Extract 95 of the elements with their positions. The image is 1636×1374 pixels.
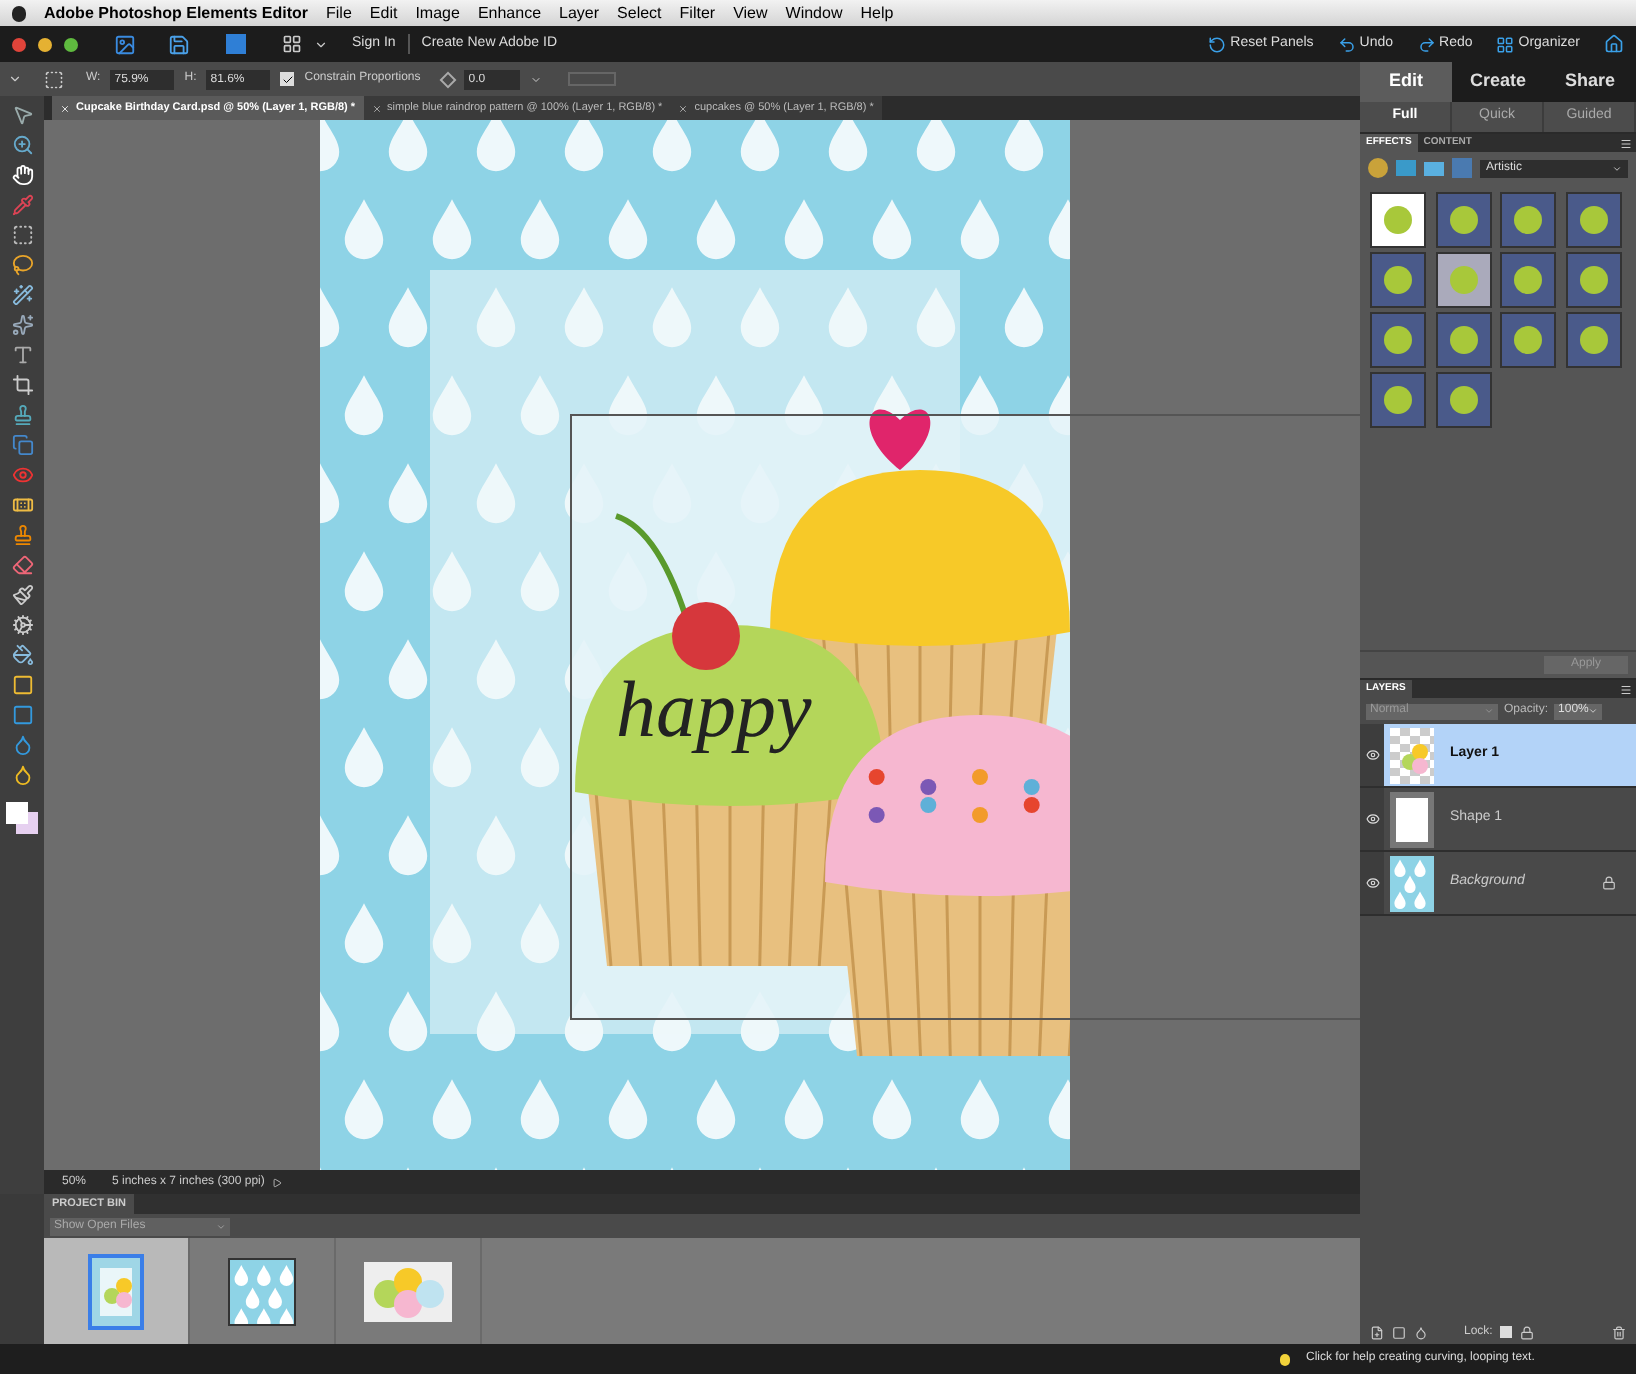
caret-icon — [1612, 163, 1622, 173]
zoom-window-icon[interactable] — [64, 37, 78, 51]
paint-bucket-tool-icon[interactable] — [11, 644, 33, 666]
mask-icon[interactable] — [1392, 1325, 1406, 1339]
photo-effects-icon[interactable] — [1424, 161, 1444, 175]
crop-tool-icon[interactable] — [11, 374, 33, 396]
trash-icon[interactable] — [1612, 1325, 1626, 1339]
play-icon[interactable] — [272, 1177, 283, 1187]
sponge-tool-icon[interactable] — [11, 764, 33, 786]
gradient-tool-icon[interactable] — [11, 674, 33, 696]
effect-thumbnail[interactable] — [1370, 252, 1426, 308]
caret-icon[interactable] — [314, 37, 328, 51]
move-tool-icon[interactable] — [11, 104, 33, 126]
eraser-tool-icon[interactable] — [11, 554, 33, 576]
brush-tool-icon[interactable] — [11, 584, 33, 606]
type-tool-icon[interactable] — [11, 344, 33, 366]
lasso-tool-icon[interactable] — [11, 254, 33, 276]
zoom-tool-icon[interactable] — [11, 134, 33, 156]
adjustment-icon[interactable] — [1414, 1325, 1428, 1339]
eyedropper-tool-icon[interactable] — [11, 194, 33, 216]
effect-thumbnail[interactable] — [1500, 252, 1556, 308]
effect-thumbnail[interactable] — [1435, 312, 1491, 368]
effect-thumbnail[interactable] — [1500, 192, 1556, 248]
layer-thumbnail — [1390, 727, 1434, 783]
mode-tab[interactable]: Edit — [1360, 62, 1452, 102]
minimize-window-icon[interactable] — [38, 37, 52, 51]
panel-menu-icon[interactable] — [1620, 137, 1632, 149]
app-name: Adobe Photoshop Elements Editor — [44, 1, 309, 25]
effect-thumbnail[interactable] — [1435, 252, 1491, 308]
menu-item[interactable]: Help — [860, 1, 894, 25]
lock-icon[interactable] — [1520, 1325, 1535, 1339]
shape-tool-icon[interactable] — [11, 704, 33, 726]
hand-tool-icon[interactable] — [11, 164, 33, 186]
effect-thumbnail[interactable] — [1435, 192, 1491, 248]
visibility-icon[interactable] — [1365, 876, 1379, 890]
mode-tab[interactable]: Create — [1452, 62, 1544, 102]
layer-thumbnail — [1390, 791, 1434, 847]
cookie-cutter-tool-icon[interactable] — [11, 404, 33, 426]
card-thumbnail — [92, 1257, 140, 1325]
save-icon[interactable] — [168, 33, 190, 55]
eye-tool-icon[interactable] — [11, 464, 33, 486]
layer-thumbnail — [1390, 855, 1434, 911]
menu-item[interactable]: Window — [785, 1, 843, 25]
recompose-tool-icon[interactable] — [11, 434, 33, 456]
caret-icon — [216, 1221, 226, 1231]
effect-thumbnail[interactable] — [1370, 192, 1426, 248]
menu-item[interactable]: Layer — [559, 1, 600, 25]
caret-icon — [1484, 706, 1494, 716]
healing-brush-tool-icon[interactable] — [11, 494, 33, 516]
panel-menu-icon[interactable] — [1620, 683, 1632, 695]
redo-icon — [1417, 35, 1436, 53]
filters-icon[interactable] — [1368, 158, 1388, 178]
pattern-thumbnail — [228, 1257, 296, 1325]
lightbulb-icon — [1280, 1353, 1290, 1365]
effect-thumbnail[interactable] — [1370, 312, 1426, 368]
effect-thumbnail[interactable] — [1565, 312, 1621, 368]
tool-menu-icon[interactable] — [8, 72, 22, 86]
smart-brush-tool-icon[interactable] — [11, 614, 33, 636]
selection-brush-tool-icon[interactable] — [11, 314, 33, 336]
menu-item[interactable]: Select — [617, 1, 662, 25]
canvas-text: happy — [616, 662, 812, 758]
cupcakes-thumbnail — [364, 1261, 452, 1321]
effect-thumbnail[interactable] — [1565, 252, 1621, 308]
reset-icon — [1208, 35, 1227, 53]
effect-thumbnail[interactable] — [1500, 312, 1556, 368]
effect-thumbnail[interactable] — [1565, 192, 1621, 248]
reference-point-icon[interactable] — [44, 69, 64, 89]
caret-icon — [1588, 706, 1599, 716]
effect-thumbnail[interactable] — [1370, 372, 1426, 428]
mode-tab[interactable]: Share — [1544, 62, 1636, 102]
menu-item[interactable]: Enhance — [477, 1, 542, 25]
color-swatches[interactable] — [6, 802, 38, 834]
caret-icon — [530, 73, 543, 85]
blur-tool-icon[interactable] — [11, 734, 33, 756]
close-window-icon[interactable] — [12, 37, 26, 51]
grid-icon — [1496, 35, 1515, 53]
visibility-icon[interactable] — [1365, 812, 1379, 826]
layout-icon[interactable] — [282, 34, 302, 54]
rotate-icon — [440, 70, 457, 88]
marquee-tool-icon[interactable] — [11, 224, 33, 246]
menu-item[interactable]: Image — [415, 1, 460, 25]
menu-item[interactable]: Filter — [679, 1, 716, 25]
menu-item[interactable]: File — [326, 1, 352, 25]
new-layer-icon[interactable] — [1370, 1325, 1384, 1339]
home-icon[interactable] — [1604, 34, 1624, 54]
visibility-icon[interactable] — [1365, 748, 1379, 762]
undo-icon — [1337, 35, 1356, 53]
magic-wand-tool-icon[interactable] — [11, 284, 33, 306]
constrain-checkbox[interactable] — [280, 72, 295, 86]
menu-item[interactable]: Edit — [369, 1, 398, 25]
lock-transparency-icon[interactable] — [1500, 1326, 1513, 1338]
open-file-icon[interactable] — [114, 33, 136, 55]
menu-item[interactable]: View — [733, 1, 768, 25]
effect-thumbnail[interactable] — [1435, 372, 1491, 428]
clone-stamp-tool-icon[interactable] — [11, 524, 33, 546]
